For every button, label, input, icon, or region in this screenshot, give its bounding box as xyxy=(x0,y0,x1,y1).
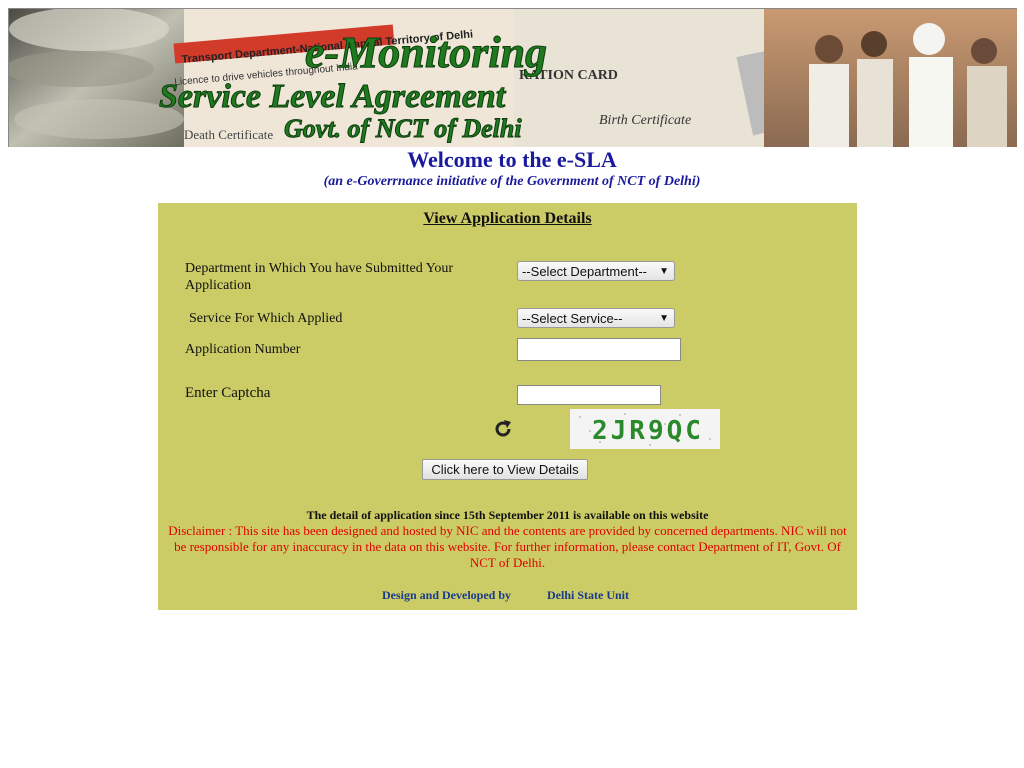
header-banner: Transport Department-National Capital Te… xyxy=(8,8,1017,147)
banner-doc-text-4: Birth Certificate xyxy=(599,113,691,128)
captcha-image: 2JR9QC xyxy=(570,409,720,449)
banner-doc-text-5: Death Certificate xyxy=(184,127,273,142)
refresh-captcha-icon[interactable] xyxy=(492,418,514,440)
disclaimer-text: Disclaimer : This site has been designed… xyxy=(168,523,847,570)
footer-delhi-state-unit-link[interactable]: Delhi State Unit xyxy=(547,588,629,603)
chevron-down-icon: ▼ xyxy=(659,313,669,324)
service-label: Service For Which Applied xyxy=(189,311,343,326)
panel-title: View Application Details xyxy=(423,210,592,227)
banner-title-e-monitoring: e-Monitoring xyxy=(305,28,547,77)
application-number-input[interactable] xyxy=(517,338,681,361)
welcome-subtitle: (an e-Goverrnance initiative of the Gove… xyxy=(323,174,701,189)
department-select-value: --Select Department-- xyxy=(522,264,647,279)
availability-note: The detail of application since 15th Sep… xyxy=(306,508,709,522)
banner-title-sla: Service Level Agreement xyxy=(159,78,507,115)
captcha-label: Enter Captcha xyxy=(185,385,271,401)
application-number-label: Application Number xyxy=(185,342,301,357)
department-select[interactable]: --Select Department-- ▼ xyxy=(517,261,675,281)
chevron-down-icon: ▼ xyxy=(659,266,669,277)
banner-title-govt: Govt. of NCT of Delhi xyxy=(284,114,522,143)
view-application-panel: View Application Details Department in W… xyxy=(158,203,857,610)
department-label: Department in Which You have Submitted Y… xyxy=(185,261,454,293)
view-details-button[interactable]: Click here to View Details xyxy=(422,459,588,480)
captcha-text: 2JR9QC xyxy=(592,416,704,446)
service-select-value: --Select Service-- xyxy=(522,311,623,326)
footer-designed-by: Design and Developed by xyxy=(382,588,512,602)
service-select[interactable]: --Select Service-- ▼ xyxy=(517,308,675,328)
captcha-input[interactable] xyxy=(517,385,661,405)
banner-collage-image: Transport Department-National Capital Te… xyxy=(9,9,1017,147)
welcome-heading: Welcome to the e-SLA xyxy=(407,147,617,172)
